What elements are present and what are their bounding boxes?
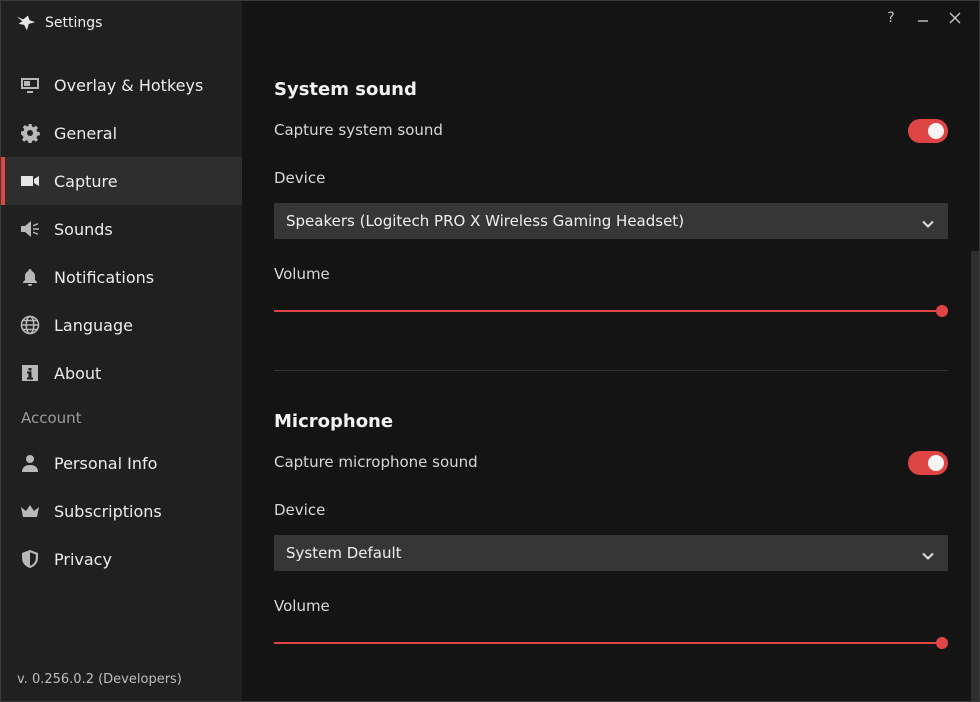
crown-icon xyxy=(19,500,41,522)
minimize-icon xyxy=(918,20,928,22)
toggle-knob xyxy=(928,123,944,139)
system-volume-label: Volume xyxy=(274,265,330,283)
sidebar-item-label: Privacy xyxy=(54,549,112,569)
microphone-title: Microphone xyxy=(274,411,394,432)
gear-icon xyxy=(19,122,41,144)
capture-system-sound-label: Capture system sound xyxy=(274,121,443,139)
sidebar-item-label: Notifications xyxy=(54,267,155,287)
toggle-knob xyxy=(928,455,944,471)
app-header: Settings xyxy=(15,11,102,35)
system-device-select[interactable]: Speakers (Logitech PRO X Wireless Gaming… xyxy=(274,203,948,239)
sidebar-item-capture[interactable]: Capture xyxy=(1,157,242,205)
info-icon xyxy=(19,362,41,384)
system-device-value: Speakers (Logitech PRO X Wireless Gaming… xyxy=(286,212,685,230)
close-button[interactable] xyxy=(939,7,971,29)
sidebar-item-privacy[interactable]: Privacy xyxy=(1,535,242,583)
help-icon: ? xyxy=(887,10,895,26)
system-sound-title: System sound xyxy=(274,79,417,100)
speaker-icon xyxy=(19,218,41,240)
monitor-icon xyxy=(19,74,41,96)
sidebar-item-overlay-hotkeys[interactable]: Overlay & Hotkeys xyxy=(1,61,242,109)
sidebar-item-label: About xyxy=(54,363,102,383)
microphone-device-label: Device xyxy=(274,501,326,519)
video-camera-icon xyxy=(19,170,41,192)
microphone-volume-slider[interactable] xyxy=(274,636,948,650)
globe-icon xyxy=(19,314,41,336)
close-icon xyxy=(949,12,961,24)
sidebar-item-label: Subscriptions xyxy=(54,501,162,521)
slider-thumb[interactable] xyxy=(936,637,948,649)
sidebar-item-label: Personal Info xyxy=(54,453,158,473)
content-scrollbar[interactable] xyxy=(971,251,979,701)
window-title: Settings xyxy=(45,15,103,31)
sidebar-item-notifications[interactable]: Notifications xyxy=(1,253,242,301)
sidebar-item-label: Sounds xyxy=(54,219,113,239)
version-text: v. 0.256.0.2 (Developers) xyxy=(17,672,182,687)
sidebar: Settings Overlay & Hotkeys General Captu… xyxy=(1,1,242,701)
microphone-device-value: System Default xyxy=(286,544,402,562)
minimize-button[interactable] xyxy=(907,7,939,29)
chevron-down-icon xyxy=(922,547,934,560)
person-icon xyxy=(19,452,41,474)
sidebar-item-label: General xyxy=(54,123,118,143)
sidebar-item-personal-info[interactable]: Personal Info xyxy=(1,439,242,487)
sidebar-item-subscriptions[interactable]: Subscriptions xyxy=(1,487,242,535)
account-section-heading: Account xyxy=(21,409,82,427)
bell-icon xyxy=(19,266,41,288)
slider-thumb[interactable] xyxy=(936,305,948,317)
capture-system-sound-toggle[interactable] xyxy=(908,119,948,143)
settings-window: Settings Overlay & Hotkeys General Captu… xyxy=(0,0,980,702)
shield-icon xyxy=(19,548,41,570)
system-device-label: Device xyxy=(274,169,326,187)
titlebar-buttons: ? xyxy=(875,7,971,29)
sidebar-nav: Overlay & Hotkeys General Capture Sounds xyxy=(1,61,242,583)
microphone-device-select[interactable]: System Default xyxy=(274,535,948,571)
sidebar-item-label: Overlay & Hotkeys xyxy=(54,75,204,95)
microphone-volume-label: Volume xyxy=(274,597,330,615)
sidebar-item-label: Language xyxy=(54,315,133,335)
slider-fill xyxy=(274,642,948,644)
chevron-down-icon xyxy=(922,215,934,228)
sidebar-item-sounds[interactable]: Sounds xyxy=(1,205,242,253)
capture-microphone-sound-toggle[interactable] xyxy=(908,451,948,475)
section-divider xyxy=(274,370,948,371)
slider-fill xyxy=(274,310,948,312)
help-button[interactable]: ? xyxy=(875,7,907,29)
sidebar-item-general[interactable]: General xyxy=(1,109,242,157)
wolf-logo-icon xyxy=(15,12,37,34)
sidebar-item-label: Capture xyxy=(54,171,118,191)
sidebar-item-language[interactable]: Language xyxy=(1,301,242,349)
system-volume-slider[interactable] xyxy=(274,304,948,318)
capture-microphone-sound-label: Capture microphone sound xyxy=(274,453,478,471)
sidebar-item-about[interactable]: About xyxy=(1,349,242,397)
